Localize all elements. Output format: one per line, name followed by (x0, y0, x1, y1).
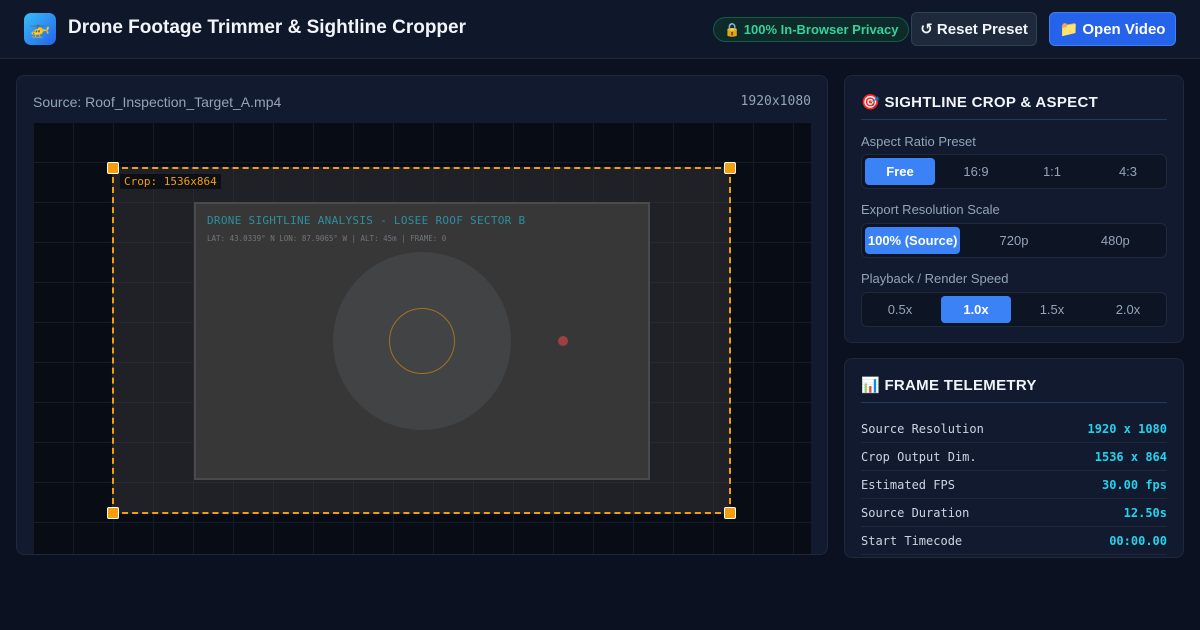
speed-option-0-5x[interactable]: 0.5x (865, 296, 935, 323)
video-stage[interactable]: DRONE SIGHTLINE ANALYSIS - LOSEE ROOF SE… (33, 122, 811, 554)
telemetry-value: 12.50s (1123, 505, 1167, 520)
crop-handle-top-left[interactable] (107, 162, 119, 174)
crop-settings-card: 🎯 SIGHTLINE CROP & ASPECT Aspect Ratio P… (844, 75, 1184, 343)
telemetry-key: Estimated FPS (861, 477, 955, 492)
scale-option-480p[interactable]: 480p (1068, 227, 1163, 254)
crop-settings-title: 🎯 SIGHTLINE CROP & ASPECT (861, 93, 1167, 120)
crop-dimensions-label: Crop: 1536x864 (120, 174, 221, 189)
top-bar: 🚁 Drone Footage Trimmer & Sightline Crop… (0, 0, 1200, 59)
speed-label: Playback / Render Speed (861, 271, 1009, 286)
video-preview-panel: Source: Roof_Inspection_Target_A.mp4 192… (16, 75, 828, 555)
telemetry-row: Source Duration 12.50s (861, 499, 1167, 527)
telemetry-value: 1920 x 1080 (1087, 421, 1167, 436)
aspect-ratio-selector: Free 16:9 1:1 4:3 (861, 154, 1167, 189)
aspect-option-4-3[interactable]: 4:3 (1093, 158, 1163, 185)
telemetry-row: Estimated FPS 30.00 fps (861, 471, 1167, 499)
telemetry-value: 00:00.00 (1109, 533, 1167, 548)
aspect-ratio-label: Aspect Ratio Preset (861, 134, 976, 149)
aspect-option-1-1[interactable]: 1:1 (1017, 158, 1087, 185)
scale-option-source[interactable]: 100% (Source) (865, 227, 961, 254)
speed-option-2-0x[interactable]: 2.0x (1093, 296, 1163, 323)
aspect-option-free[interactable]: Free (865, 158, 935, 185)
telemetry-row: Crop Output Dim. 1536 x 864 (861, 443, 1167, 471)
export-scale-selector: 100% (Source) 720p 480p (861, 223, 1167, 258)
telemetry-key: Start Timecode (861, 533, 963, 548)
drone-icon: 🚁 (24, 13, 56, 45)
source-filename: Source: Roof_Inspection_Target_A.mp4 (33, 94, 282, 110)
open-video-button[interactable]: 📁 Open Video (1049, 12, 1176, 46)
crop-handle-bottom-right[interactable] (724, 507, 736, 519)
telemetry-title: 📊 FRAME TELEMETRY (861, 376, 1167, 403)
telemetry-value: 1536 x 864 (1094, 449, 1167, 464)
telemetry-row: Source Resolution 1920 x 1080 (861, 415, 1167, 443)
crop-handle-bottom-left[interactable] (107, 507, 119, 519)
telemetry-card: 📊 FRAME TELEMETRY Source Resolution 1920… (844, 358, 1184, 558)
telemetry-list: Source Resolution 1920 x 1080 Crop Outpu… (861, 415, 1167, 555)
telemetry-row: Start Timecode 00:00.00 (861, 527, 1167, 555)
telemetry-key: Crop Output Dim. (861, 449, 977, 464)
aspect-option-16-9[interactable]: 16:9 (941, 158, 1011, 185)
telemetry-key: Source Resolution (861, 421, 984, 436)
export-scale-label: Export Resolution Scale (861, 202, 1000, 217)
crop-region[interactable]: Crop: 1536x864 (107, 162, 736, 519)
telemetry-value: 30.00 fps (1101, 477, 1167, 492)
speed-option-1-0x[interactable]: 1.0x (941, 296, 1011, 323)
privacy-badge: 🔒 100% In-Browser Privacy (713, 17, 910, 42)
scale-option-720p[interactable]: 720p (966, 227, 1061, 254)
speed-option-1-5x[interactable]: 1.5x (1017, 296, 1087, 323)
reset-preset-button[interactable]: ↺ Reset Preset (911, 12, 1037, 46)
app-title: Drone Footage Trimmer & Sightline Croppe… (68, 17, 466, 38)
speed-selector: 0.5x 1.0x 1.5x 2.0x (861, 292, 1167, 327)
telemetry-key: Source Duration (861, 505, 970, 520)
crop-handle-top-right[interactable] (724, 162, 736, 174)
source-resolution: 1920x1080 (740, 94, 811, 109)
